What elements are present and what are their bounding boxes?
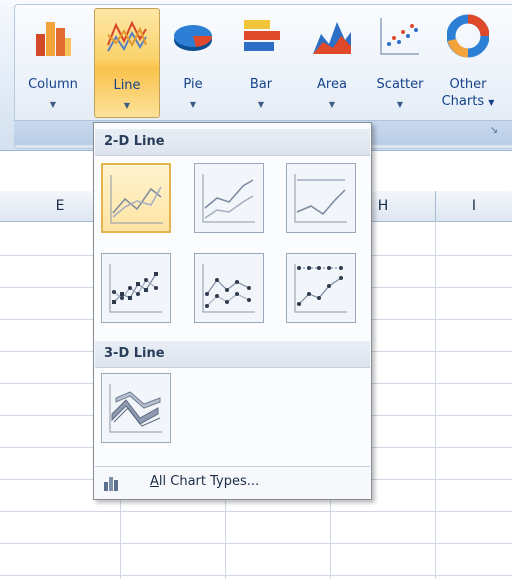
bar-button[interactable]: Bar ▼ xyxy=(230,8,292,116)
gallery-item-3d-line[interactable] xyxy=(101,373,171,443)
gallery-item-stacked-line[interactable] xyxy=(194,163,264,233)
stacked-line-thumbnail-icon xyxy=(202,174,255,223)
pie-button-label: Pie xyxy=(183,77,203,92)
grid-line xyxy=(0,511,512,512)
gallery-item-stacked-line-with-markers[interactable] xyxy=(194,253,264,323)
grid-line xyxy=(0,543,512,544)
line-thumbnail-icon xyxy=(110,175,163,224)
area-chart-icon xyxy=(313,22,351,54)
column-button-label: Column xyxy=(28,77,78,92)
section-header-3d-line: 3-D Line xyxy=(95,341,370,368)
stacked-line-with-markers-thumbnail-icon xyxy=(202,264,255,313)
chevron-down-icon: ▼ xyxy=(257,100,265,109)
3d-line-thumbnail-icon xyxy=(109,384,162,433)
100-stacked-line-thumbnail-icon xyxy=(294,174,347,223)
section-header-2d-line: 2-D Line xyxy=(95,129,370,156)
other-charts-button-label: Other Charts ▼ xyxy=(441,77,495,109)
column-button[interactable]: Column ▼ xyxy=(20,8,86,116)
column-header-i[interactable]: I xyxy=(436,191,512,222)
gallery-item-100-stacked-line[interactable] xyxy=(286,163,356,233)
line-button-label: Line xyxy=(113,78,141,93)
column-chart-icon xyxy=(36,22,71,56)
bar-chart-icon xyxy=(244,20,280,51)
chart-types-icon xyxy=(104,477,118,491)
chevron-down-icon: ▼ xyxy=(123,101,131,110)
line-button[interactable]: Line ▼ xyxy=(94,8,160,118)
pie-button[interactable]: Pie ▼ xyxy=(164,8,222,116)
dialog-launcher-icon[interactable]: ↘ xyxy=(488,125,500,137)
chevron-down-icon: ▼ xyxy=(396,100,404,109)
line-with-markers-thumbnail-icon xyxy=(109,264,162,313)
bar-button-label: Bar xyxy=(249,77,273,92)
all-chart-types-button[interactable]: All Chart Types... xyxy=(95,466,370,499)
area-button-label: Area xyxy=(317,77,347,92)
grid-line xyxy=(435,221,436,579)
scatter-button[interactable]: Scatter ▼ xyxy=(368,8,432,116)
scatter-button-label: Scatter xyxy=(376,77,424,92)
100-stacked-line-with-markers-thumbnail-icon xyxy=(294,264,347,313)
area-button[interactable]: Area ▼ xyxy=(300,8,364,116)
line-chart-gallery: 2-D Line 3-D Line All Chart Types... xyxy=(93,122,372,500)
chevron-down-icon: ▼ xyxy=(328,100,336,109)
gallery-item-100-stacked-line-with-markers[interactable] xyxy=(286,253,356,323)
other-charts-button[interactable]: Other Charts ▼ xyxy=(436,8,500,116)
all-chart-types-label: All Chart Types... xyxy=(150,474,260,489)
other-charts-icon xyxy=(447,14,489,58)
gallery-item-line[interactable] xyxy=(101,163,171,233)
chevron-down-icon: ▼ xyxy=(189,100,197,109)
scatter-chart-icon xyxy=(380,18,419,55)
chevron-down-icon: ▼ xyxy=(49,100,57,109)
grid-line xyxy=(0,575,512,576)
gallery-item-line-with-markers[interactable] xyxy=(101,253,171,323)
line-chart-icon xyxy=(107,20,147,52)
pie-chart-icon xyxy=(174,25,213,51)
